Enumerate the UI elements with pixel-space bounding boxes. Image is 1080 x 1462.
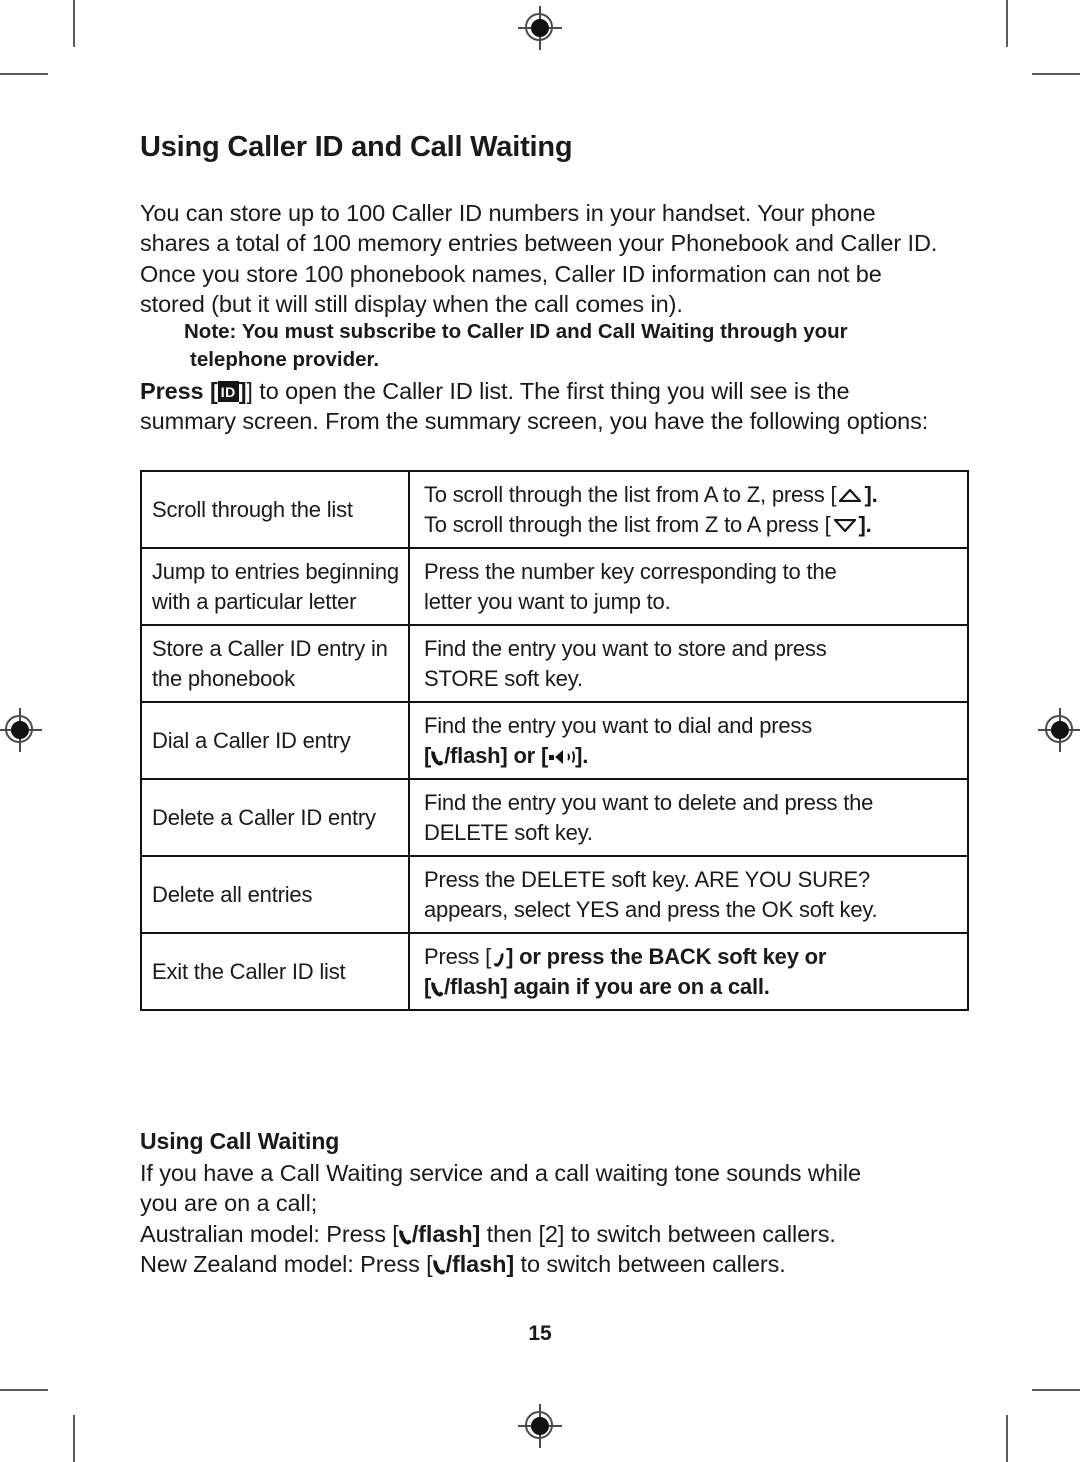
table-row: Dial a Caller ID entry Find the entry yo… — [140, 701, 969, 780]
press-prefix-text: Press [ — [140, 378, 218, 404]
instruction-line-2: DELETE soft key. — [424, 819, 593, 845]
instruction-line-2: STORE soft key. — [424, 665, 583, 691]
table-row: Delete all entries Press the DELETE soft… — [140, 855, 969, 934]
instruction-line-2: [ /flash] again if you are on a call. — [424, 974, 770, 999]
registration-mark-left — [0, 708, 42, 752]
crop-mark-top-left-vertical — [73, 0, 75, 47]
instruction-text: /flash] again if you are on a call. — [444, 973, 770, 999]
instruction-text: ]. — [864, 482, 878, 507]
page-title: Using Caller ID and Call Waiting — [140, 131, 573, 163]
australian-model-flash: /flash] — [411, 1220, 481, 1247]
australian-model-suffix: then [2] to switch between callers. — [480, 1220, 836, 1247]
triangle-down-icon — [833, 518, 856, 532]
registration-dot — [11, 721, 29, 739]
caller-id-key-icon: ID — [217, 381, 239, 402]
australian-model-line: Australian model: Press [ /flash] then [2… — [140, 1219, 950, 1249]
table-row: Scroll through the list To scroll throug… — [140, 470, 969, 549]
phone-handset-icon — [400, 1226, 411, 1245]
registration-dot — [531, 1417, 549, 1435]
instruction-line-1: Press the number key corresponding to th… — [424, 559, 837, 584]
speaker-body — [549, 754, 555, 760]
triangle-up-icon — [839, 489, 862, 502]
instruction-line-2: letter you want to jump to. — [424, 588, 671, 614]
row-instruction: Press the DELETE soft key. ARE YOU SURE?… — [408, 855, 969, 934]
call-waiting-heading: Using Call Waiting — [140, 1128, 340, 1154]
table-row: Store a Caller ID entry in the phonebook… — [140, 624, 969, 703]
call-waiting-line-1: If you have a Call Waiting service and a… — [140, 1160, 861, 1186]
phone-handset-icon — [432, 747, 443, 766]
instruction-line-1: Press the DELETE soft key. ARE YOU SURE? — [424, 867, 871, 892]
registration-mark-top — [518, 6, 562, 50]
registration-dot — [1051, 721, 1069, 739]
table-row: Delete a Caller ID entry Find the entry … — [140, 778, 969, 857]
instruction-line-2: [ /flash] or []. — [424, 743, 588, 768]
crop-mark-bottom-right-vertical — [1006, 1415, 1008, 1462]
phone-handset-icon — [434, 1256, 445, 1275]
call-waiting-body: If you have a Call Waiting service and a… — [140, 1158, 950, 1280]
row-action-label: Delete all entries — [140, 855, 410, 934]
row-action-label: Jump to entries beginning with a particu… — [140, 547, 410, 626]
table-row: Jump to entries beginning with a particu… — [140, 547, 969, 626]
table-row: Exit the Caller ID list Press [ ] or pres… — [140, 932, 969, 1011]
australian-model-prefix: Australian model: Press [ — [140, 1220, 399, 1247]
row-instruction: Find the entry you want to dial and pres… — [408, 701, 969, 780]
intro-paragraph: You can store up to 100 Caller ID number… — [140, 200, 938, 318]
note-block: Note: You must subscribe to Caller ID an… — [184, 318, 949, 374]
row-action-label: Exit the Caller ID list — [140, 932, 410, 1011]
row-instruction: Press [ ] or press the BACK soft key or [… — [408, 932, 969, 1011]
instruction-text: Press [ — [424, 944, 492, 969]
crop-mark-top-left-horizontal — [0, 73, 48, 75]
row-instruction: Find the entry you want to delete and pr… — [408, 778, 969, 857]
row-action-label: Scroll through the list — [140, 470, 410, 549]
row-action-label: Dial a Caller ID entry — [140, 701, 410, 780]
row-instruction: To scroll through the list from A to Z, … — [408, 470, 969, 549]
instruction-text: To scroll through the list from Z to A p… — [424, 511, 831, 537]
instruction-line-1: Find the entry you want to store and pre… — [424, 636, 827, 661]
new-zealand-model-flash: /flash] — [445, 1251, 515, 1278]
registration-mark-right — [1038, 708, 1080, 752]
instruction-text: ]. — [858, 511, 872, 537]
row-action-label: Delete a Caller ID entry — [140, 778, 410, 857]
phone-handset-icon — [432, 978, 443, 997]
instruction-text: [ — [424, 742, 432, 768]
press-suffix-text: ] to open the Caller ID list. The first … — [140, 378, 929, 435]
crop-mark-top-right-horizontal — [1032, 73, 1080, 75]
crop-mark-bottom-left-vertical — [73, 1415, 75, 1462]
instruction-text: [ — [424, 973, 432, 999]
page-number: 15 — [528, 1322, 552, 1345]
instruction-line-2: appears, select YES and press the OK sof… — [424, 896, 878, 922]
instruction-line-1: To scroll through the list from A to Z, … — [424, 482, 878, 507]
instruction-text: ]. — [575, 742, 589, 768]
call-waiting-line-2: you are on a call; — [140, 1190, 318, 1217]
row-action-label: Store a Caller ID entry in the phonebook — [140, 624, 410, 703]
instruction-text: To scroll through the list from A to Z, … — [424, 482, 837, 507]
new-zealand-model-prefix: New Zealand model: Press [ — [140, 1251, 433, 1278]
caller-id-options-table: Scroll through the list To scroll throug… — [140, 470, 969, 1011]
instruction-text: /flash] or [ — [444, 742, 549, 768]
speaker-wave-outer — [565, 748, 576, 765]
new-zealand-model-suffix: to switch between callers. — [514, 1251, 786, 1278]
new-zealand-model-line: New Zealand model: Press [ /flash] to swi… — [140, 1249, 950, 1279]
instruction-line-1: Find the entry you want to dial and pres… — [424, 713, 813, 738]
end-call-icon — [494, 950, 503, 967]
crop-mark-bottom-left-horizontal — [0, 1389, 48, 1391]
speakerphone-icon — [549, 748, 576, 765]
instruction-line-1: Press [ ] or press the BACK soft key or — [424, 944, 826, 969]
registration-dot — [531, 19, 549, 37]
registration-mark-bottom — [518, 1404, 562, 1448]
instruction-text: ] or press the BACK soft key or — [506, 944, 827, 969]
row-instruction: Press the number key corresponding to th… — [408, 547, 969, 626]
note-line-1: Note: You must subscribe to Caller ID an… — [184, 320, 848, 343]
crop-mark-bottom-right-horizontal — [1032, 1389, 1080, 1391]
instruction-line-2: To scroll through the list from Z to A p… — [424, 512, 872, 537]
press-id-paragraph: Press [ID]] to open the Caller ID list. … — [140, 376, 945, 437]
crop-mark-top-right-vertical — [1006, 0, 1008, 47]
row-instruction: Find the entry you want to store and pre… — [408, 624, 969, 703]
instruction-line-1: Find the entry you want to delete and pr… — [424, 790, 874, 815]
note-line-2: telephone provider. — [190, 348, 380, 371]
